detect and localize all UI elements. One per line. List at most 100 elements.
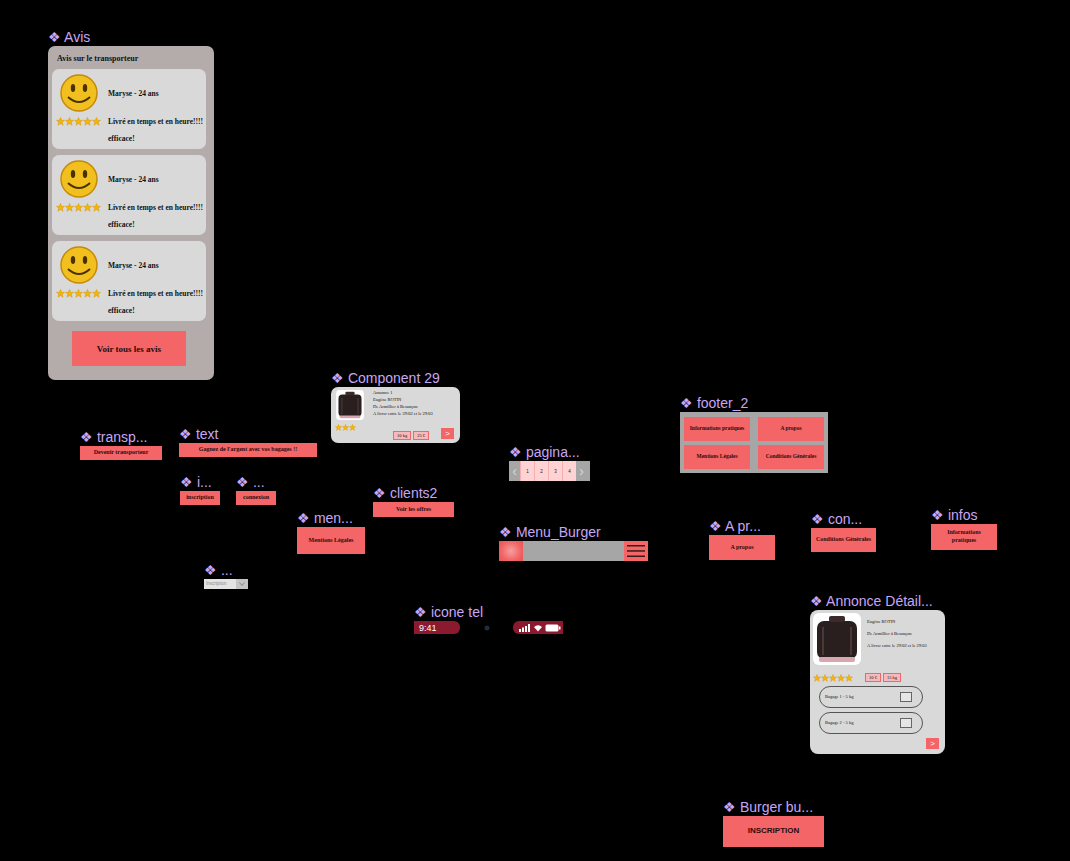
see-all-reviews-button[interactable]: Voir tous les avis [72, 331, 186, 366]
component-label[interactable]: ❖ ... [236, 473, 276, 491]
coral-button[interactable]: Devenir transporteur [80, 446, 162, 460]
component-node[interactable]: ❖ Menu_Burger [499, 523, 648, 561]
component-label[interactable]: ❖ transp... [80, 428, 162, 446]
coral-button[interactable]: A propos [709, 535, 775, 560]
component-node[interactable]: ❖ footer_2 Informations pratiques A propo… [680, 394, 828, 473]
camera-icon [484, 625, 490, 631]
component-label[interactable]: ❖ text [179, 425, 317, 443]
reviewer-name: Maryse - 24 ans [108, 261, 204, 270]
footer-link[interactable]: Informations pratiques [684, 417, 750, 441]
component-label[interactable]: ❖ infos [931, 506, 997, 524]
star-icon [83, 289, 92, 298]
component-node[interactable]: ❖ transp... Devenir transporteur [80, 428, 162, 460]
star-icon [83, 203, 92, 212]
coral-button[interactable]: Voir les offres [373, 502, 454, 517]
logo-picture[interactable] [499, 541, 523, 561]
review-text: Livré en temps et en heure!!!! efficace! [108, 285, 204, 319]
bagage-checkbox[interactable] [900, 692, 912, 702]
next-page-button[interactable]: › [576, 461, 587, 481]
component-label[interactable]: ❖ icone tel [414, 603, 563, 621]
coral-button[interactable]: Gagnez de l'argent avec vos bagages !! [179, 443, 317, 457]
pagination: ‹ 1234 › [509, 461, 590, 481]
coral-button[interactable]: connexion [236, 491, 276, 505]
component-node[interactable]: ❖ text Gagnez de l'argent avec vos bagag… [179, 425, 317, 457]
component-label[interactable]: ❖ ... [204, 561, 248, 579]
coral-button[interactable]: Conditions Générales [811, 528, 876, 552]
review-card: Maryse - 24 ans Livré en temps et en heu… [52, 241, 206, 321]
menu-bar [499, 541, 648, 561]
component-label[interactable]: ❖ Burger bu... [723, 798, 824, 816]
burger-button[interactable] [624, 541, 648, 561]
star-icon [83, 117, 92, 126]
component-label[interactable]: ❖ pagina... [509, 443, 590, 461]
star-icon [65, 117, 74, 126]
component-node[interactable]: ❖ men... Mentions Légales [297, 509, 365, 554]
chevron-down-icon [239, 582, 245, 586]
reviews-title: Avis sur le transporteur [52, 54, 206, 63]
component-label[interactable]: ❖ i... [180, 473, 220, 491]
phone-status-bar: 9:41 [414, 621, 563, 634]
bagage-row[interactable]: Bagage 1 - 5 kg [819, 686, 923, 708]
bagage-checkbox[interactable] [900, 718, 912, 728]
footer-link[interactable]: Conditions Générales [758, 445, 824, 469]
coral-button[interactable]: Informations pratiques [931, 524, 997, 550]
listing-line: De Armillier à Besançon [867, 631, 927, 637]
component-label[interactable]: ❖ Component 29 [331, 369, 460, 387]
page-button[interactable]: 4 [562, 461, 576, 481]
star-rating [813, 674, 853, 682]
component-node[interactable]: ❖ clients2 Voir les offres [373, 484, 454, 517]
suitcase-photo [335, 390, 365, 420]
component-label[interactable]: ❖ footer_2 [680, 394, 828, 412]
bagage-row[interactable]: Bagage 2 - 5 kg [819, 712, 923, 734]
component-node[interactable]: ❖ icone tel 9:41 [414, 603, 563, 634]
component-node[interactable]: ❖ Annonce Détail... Eugène ROTINDe Armil… [810, 592, 945, 754]
page-button[interactable]: 2 [534, 461, 548, 481]
arrow-button[interactable]: > [441, 428, 454, 439]
component-node[interactable]: ❖ pagina... ‹ 1234 › [509, 443, 590, 481]
listing-line: De Armillier à Besançon [373, 404, 456, 410]
star-icon [74, 117, 83, 126]
arrow-button[interactable]: > [926, 738, 939, 749]
star-icon [349, 424, 356, 431]
component-node[interactable]: ❖ i... inscription [180, 473, 220, 505]
component-node[interactable]: ❖ con... Conditions Générales [811, 510, 876, 552]
battery-icon [545, 624, 561, 632]
page-button[interactable]: 1 [520, 461, 534, 481]
star-icon [845, 674, 853, 682]
page-button[interactable]: 3 [548, 461, 562, 481]
dropdown[interactable]: Inscription [204, 579, 248, 589]
previous-page-button[interactable]: ‹ [509, 461, 520, 481]
component-label[interactable]: ❖ Annonce Détail... [810, 592, 945, 610]
coral-button[interactable]: inscription [180, 491, 220, 505]
star-rating [335, 424, 371, 431]
component-node[interactable]: ❖ infos Informations pratiques [931, 506, 997, 550]
component-label[interactable]: ❖ con... [811, 510, 876, 528]
component-label[interactable]: ❖ men... [297, 509, 365, 527]
component-node[interactable]: ❖ A pr... A propos [709, 517, 775, 560]
star-icon [813, 674, 821, 682]
component-label[interactable]: ❖ A pr... [709, 517, 775, 535]
component-label[interactable]: ❖ Menu_Burger [499, 523, 648, 541]
star-icon [56, 203, 65, 212]
component-node[interactable]: ❖ Burger bu... INSCRIPTION [723, 798, 824, 847]
component-node[interactable]: ❖ Component 29 Annonce 1Eugène ROTINDe A… [331, 369, 460, 443]
listing-card[interactable]: Annonce 1Eugène ROTINDe Armillier à Besa… [331, 387, 460, 443]
component-node[interactable]: ❖ ... connexion [236, 473, 276, 505]
footer-link[interactable]: A propos [758, 417, 824, 441]
star-rating [56, 289, 108, 298]
coral-button[interactable]: INSCRIPTION [723, 816, 824, 847]
star-icon [829, 674, 837, 682]
star-icon [56, 289, 65, 298]
listing-line: Eugène ROTIN [373, 397, 456, 403]
component-node[interactable]: ❖ Avis Avis sur le transporteur Maryse -… [48, 28, 214, 380]
footer-link[interactable]: Mentions Légales [684, 445, 750, 469]
figma-canvas: ❖ Avis Avis sur le transporteur Maryse -… [0, 0, 1070, 861]
star-icon [92, 203, 101, 212]
component-label[interactable]: ❖ clients2 [373, 484, 454, 502]
component-node[interactable]: ❖ ... Inscription [204, 561, 248, 589]
coral-button[interactable]: Mentions Légales [297, 527, 365, 554]
component-label[interactable]: ❖ Avis [48, 28, 214, 46]
review-card: Maryse - 24 ans Livré en temps et en heu… [52, 155, 206, 235]
star-icon [65, 289, 74, 298]
reviewer-name: Maryse - 24 ans [108, 175, 204, 184]
